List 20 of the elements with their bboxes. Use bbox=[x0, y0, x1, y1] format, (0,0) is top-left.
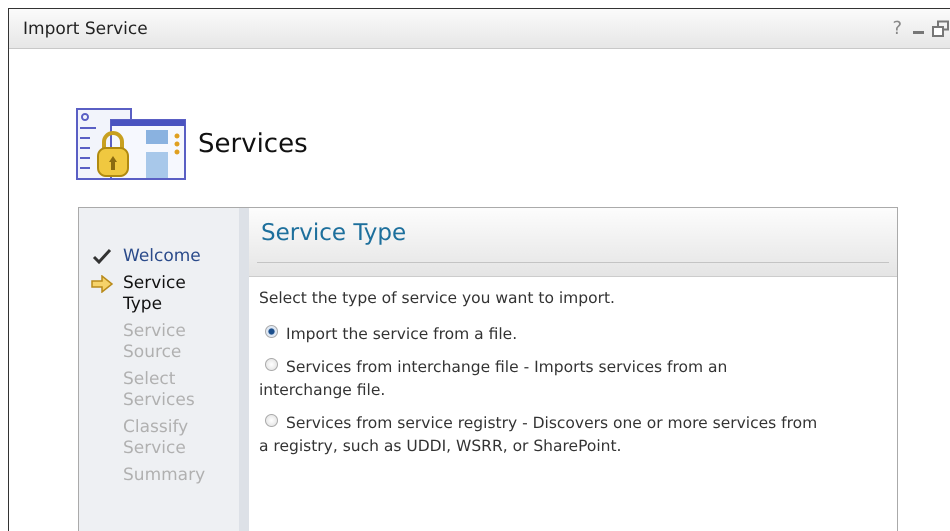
step-label: Select Services bbox=[123, 369, 196, 411]
step-label: Summary bbox=[123, 465, 203, 486]
checkmark-icon bbox=[92, 248, 112, 264]
radio-option[interactable]: Services from service registry - Discovers one or more services from a registry, such as UDDI, WSRR, or SharePoint. bbox=[259, 412, 819, 458]
step-label: Classify Service bbox=[123, 417, 190, 459]
step-label: Service Type bbox=[123, 273, 187, 315]
instruction-text: Select the type of service you want to import. bbox=[259, 289, 616, 307]
radio-option[interactable]: Services from interchange file - Imports services from an interchange file. bbox=[259, 356, 819, 402]
arrow-icon bbox=[90, 275, 114, 293]
step-label: Service Source bbox=[123, 321, 187, 363]
radio-button[interactable] bbox=[265, 325, 278, 338]
radio-button[interactable] bbox=[265, 358, 278, 371]
radio-option[interactable]: Import the service from a file. bbox=[259, 323, 819, 346]
section-title: Service Type bbox=[257, 208, 889, 263]
services-logo-icon bbox=[76, 108, 186, 180]
radio-button[interactable] bbox=[265, 414, 278, 427]
restore-icon[interactable] bbox=[932, 20, 950, 38]
page-title: Services bbox=[198, 129, 308, 159]
step-label: Welcome bbox=[123, 246, 202, 267]
window-title: Import Service bbox=[23, 18, 149, 38]
